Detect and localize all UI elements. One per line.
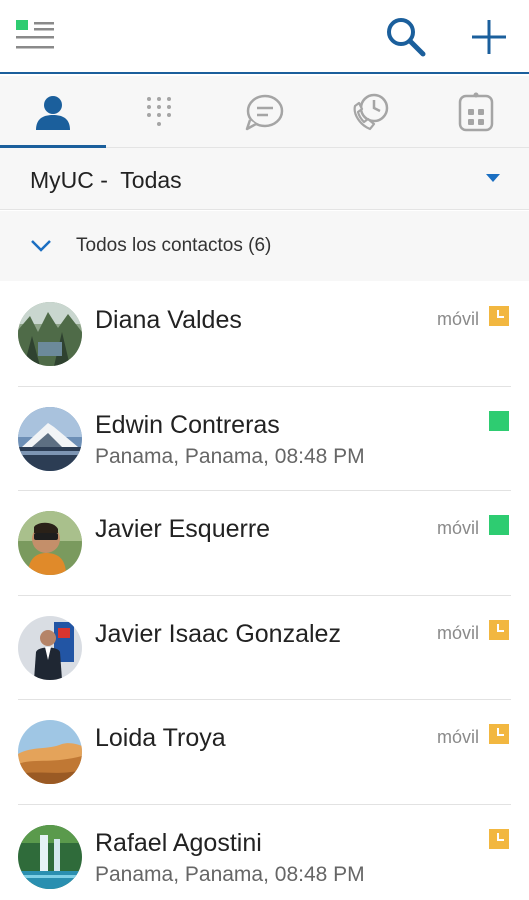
away-status-icon: [489, 619, 509, 640]
search-icon[interactable]: [383, 14, 429, 60]
tab-apps[interactable]: [423, 76, 529, 148]
tab-bar: [0, 76, 529, 149]
app-bar: [0, 0, 529, 74]
contact-name: Edwin Contreras: [95, 410, 280, 439]
person-icon: [35, 96, 70, 130]
call-history-icon: [353, 93, 389, 131]
avatar: [18, 511, 82, 575]
plus-icon[interactable]: [466, 14, 512, 60]
chevron-down-icon: [31, 240, 51, 252]
avatar: [18, 720, 82, 784]
contact-name: Loida Troya: [95, 724, 226, 752]
directory-dropdown[interactable]: MyUC - Todas: [0, 148, 529, 210]
away-status-icon: [489, 828, 509, 849]
menu-presence-icon[interactable]: [14, 18, 58, 54]
contact-name: Javier Isaac Gonzalez: [95, 619, 341, 648]
away-status-icon: [489, 306, 509, 326]
avatar: [18, 406, 82, 471]
directory-label: MyUC - Todas: [30, 167, 182, 193]
avatar: [18, 824, 82, 889]
tab-contacts[interactable]: [0, 76, 106, 149]
contact-list: Diana Valdes móvil Edwin Contreras Panam…: [0, 282, 529, 900]
tab-chat[interactable]: [212, 76, 318, 148]
apps-icon: [458, 92, 494, 132]
contact-row[interactable]: Edwin Contreras Panama, Panama, 08:48 PM: [0, 387, 529, 491]
dialpad-icon: [146, 97, 171, 126]
tab-call-history[interactable]: [317, 76, 423, 148]
contact-name: Javier Esquerre: [95, 515, 271, 543]
tab-dialpad[interactable]: [106, 76, 212, 148]
available-status-icon: [489, 515, 509, 535]
available-status-icon: [489, 410, 509, 431]
device-label: móvil: [436, 622, 479, 643]
contact-location: Panama, Panama, 08:48 PM: [95, 444, 365, 468]
device-label: móvil: [436, 309, 479, 329]
away-status-icon: [489, 724, 509, 744]
contact-location: Panama, Panama, 08:48 PM: [95, 862, 365, 886]
contact-group-header[interactable]: Todos los contactos (6): [0, 211, 529, 281]
device-label: móvil: [436, 518, 479, 538]
contact-row[interactable]: Rafael Agostini Panama, Panama, 08:48 PM: [0, 805, 529, 900]
contact-row[interactable]: Loida Troya móvil: [0, 700, 529, 805]
avatar: [18, 615, 82, 680]
dropdown-caret-icon: [486, 174, 500, 182]
contact-row[interactable]: Javier Esquerre móvil: [0, 491, 529, 596]
avatar: [18, 302, 82, 366]
contact-name: Diana Valdes: [95, 306, 242, 334]
device-label: móvil: [436, 727, 479, 747]
contact-row[interactable]: Javier Isaac Gonzalez móvil: [0, 596, 529, 700]
group-label: Todos los contactos (6): [76, 235, 272, 256]
contact-name: Rafael Agostini: [95, 828, 262, 857]
chat-icon: [246, 94, 284, 131]
contact-row[interactable]: Diana Valdes móvil: [0, 282, 529, 387]
